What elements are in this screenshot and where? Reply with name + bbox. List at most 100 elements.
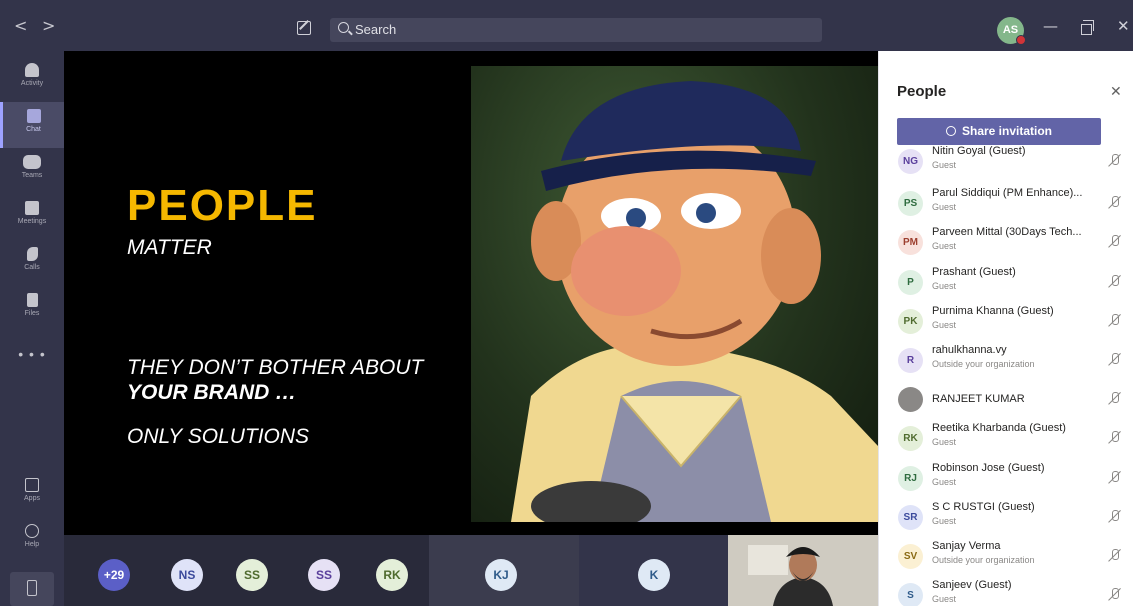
mic-off-icon[interactable] (1109, 587, 1121, 602)
rail-item-help[interactable]: Help (0, 517, 64, 563)
title-bar: < > Search AS — ✕ (0, 0, 1133, 51)
shared-content-stage: PEOPLE MATTER THEY DON’T BOTHER ABOUT YO… (64, 51, 878, 535)
participant-avatar: SR (898, 504, 923, 530)
participant-avatar[interactable]: KJ (485, 559, 517, 591)
more-participants-badge[interactable]: +29 (98, 559, 130, 591)
mic-off-icon[interactable] (1109, 313, 1121, 328)
participant-row[interactable]: RK Reetika Kharbanda (Guest) Guest (879, 419, 1133, 459)
participant-row[interactable]: S Sanjeev (Guest) Guest (879, 576, 1133, 606)
participant-role: Guest (932, 594, 957, 605)
user-initials: AS (1002, 24, 1019, 36)
participant-name: Sanjeev (Guest) (932, 579, 1012, 592)
rail-label: Meetings (17, 218, 47, 225)
default-avatar-icon (898, 387, 923, 413)
participant-initials: KJ (493, 568, 509, 582)
people-panel: People ✕ Share invitation NG Nitin Goyal … (878, 51, 1133, 606)
slide-line-1: THEY DON’T BOTHER ABOUT (127, 356, 424, 379)
participant-avatar[interactable]: SS (308, 559, 340, 591)
participant-initials: SS (243, 568, 260, 582)
slide-line-2: YOUR BRAND … (127, 381, 297, 404)
rail-item-apps[interactable]: Apps (0, 471, 64, 517)
search-input[interactable]: Search (330, 18, 822, 42)
more-apps-icon[interactable]: • • • (0, 346, 64, 362)
share-invitation-button[interactable]: Share invitation (897, 118, 1101, 145)
participant-role: Guest (932, 202, 957, 213)
participant-avatar: RJ (898, 465, 923, 491)
device-icon (27, 580, 37, 596)
mic-off-icon[interactable] (1109, 274, 1121, 289)
mic-off-icon[interactable] (1109, 153, 1121, 168)
participant-name: Prashant (Guest) (932, 265, 1016, 278)
participant-row[interactable]: PS Parul Siddiqui (PM Enhance)... Guest (879, 184, 1133, 224)
participant-strip: +29 NS SS SS RK KJ K (64, 535, 878, 606)
mic-off-icon[interactable] (1109, 234, 1121, 249)
participant-role: Guest (932, 319, 957, 330)
forward-arrow-icon[interactable]: > (42, 16, 55, 35)
apps-icon (25, 478, 39, 492)
participant-name: Sanjay Verma (932, 540, 1001, 552)
participant-avatar[interactable]: RK (376, 559, 408, 591)
participant-row[interactable]: Rrahulkhanna.vy Outside your organization (879, 341, 1133, 381)
rail-item-teams[interactable]: Teams (0, 148, 64, 194)
participant-avatar: PK (898, 308, 923, 334)
device-settings-button[interactable] (10, 572, 54, 606)
close-panel-icon[interactable]: ✕ (1110, 84, 1122, 100)
mic-off-icon[interactable] (1109, 548, 1121, 563)
participant-avatar[interactable]: SS (236, 559, 268, 591)
mic-off-icon[interactable] (1109, 195, 1121, 210)
presence-busy-icon (1016, 35, 1026, 45)
calendar-icon (25, 201, 39, 215)
participant-avatar: R (898, 348, 923, 373)
back-arrow-icon[interactable]: < (14, 16, 27, 35)
participant-role: Outside your organization (932, 359, 1035, 369)
participant-name: Parul Siddiqui (PM Enhance)... (932, 187, 1083, 200)
mic-off-icon[interactable] (1109, 430, 1121, 445)
search-placeholder: Search (355, 22, 397, 37)
maximize-icon[interactable] (1081, 20, 1094, 35)
participant-row[interactable]: P Prashant (Guest) Guest (879, 263, 1133, 303)
rail-item-files[interactable]: Files (0, 286, 64, 332)
participant-row[interactable]: NG Nitin Goyal (Guest) Guest (879, 145, 1133, 182)
rail-label: Help (24, 541, 40, 548)
mic-off-icon[interactable] (1109, 391, 1121, 406)
participant-avatar[interactable]: NS (171, 559, 203, 591)
participant-row[interactable]: SR S C RUSTGI (Guest) Guest (879, 498, 1133, 538)
mic-off-icon[interactable] (1109, 509, 1121, 524)
participant-role: Guest (932, 160, 957, 170)
minimize-icon[interactable]: — (1043, 17, 1058, 35)
mic-off-icon[interactable] (1109, 352, 1121, 367)
user-avatar[interactable]: AS (997, 17, 1026, 45)
rail-item-meetings[interactable]: Meetings (0, 194, 64, 240)
participant-role: Guest (932, 515, 957, 526)
mic-off-icon[interactable] (1109, 470, 1121, 485)
new-chat-icon[interactable] (297, 21, 311, 35)
participant-name: RANJEET KUMAR (932, 393, 1025, 406)
rail-item-calls[interactable]: Calls (0, 240, 64, 286)
rail-label: Files (24, 310, 40, 317)
participant-avatar: PM (898, 230, 923, 256)
participant-name: Purnima Khanna (Guest) (932, 304, 1054, 317)
participant-initials: SS (315, 568, 332, 582)
participant-avatar: SV (898, 544, 923, 569)
participant-initials: K (649, 568, 659, 582)
participant-row[interactable]: RJ Robinson Jose (Guest) Guest (879, 459, 1133, 499)
participant-row[interactable]: RANJEET KUMAR (879, 380, 1133, 420)
slide-subtitle: MATTER (127, 236, 212, 259)
participant-row[interactable]: PK Purnima Khanna (Guest) Guest (879, 302, 1133, 342)
participant-avatar[interactable]: K (638, 559, 670, 591)
chat-icon (26, 109, 41, 123)
rail-item-activity[interactable]: Activity (0, 56, 64, 102)
rail-item-chat[interactable]: Chat (0, 102, 64, 148)
bell-icon (25, 63, 39, 77)
participant-row[interactable]: PM Parveen Mittal (30Days Tech... Guest (879, 223, 1133, 263)
participant-video-tile[interactable] (728, 535, 878, 606)
rail-label: Teams (21, 172, 43, 179)
close-window-icon[interactable]: ✕ (1117, 17, 1130, 35)
participant-name: rahulkhanna.vy (932, 344, 1007, 356)
teams-icon (23, 155, 41, 169)
share-icon (945, 126, 956, 136)
participant-role: Guest (932, 280, 957, 291)
participant-name: Nitin Goyal (Guest) (932, 145, 1026, 157)
participant-row[interactable]: SV Sanjay Verma Outside your organization (879, 537, 1133, 577)
participant-initials: +29 (103, 568, 125, 582)
